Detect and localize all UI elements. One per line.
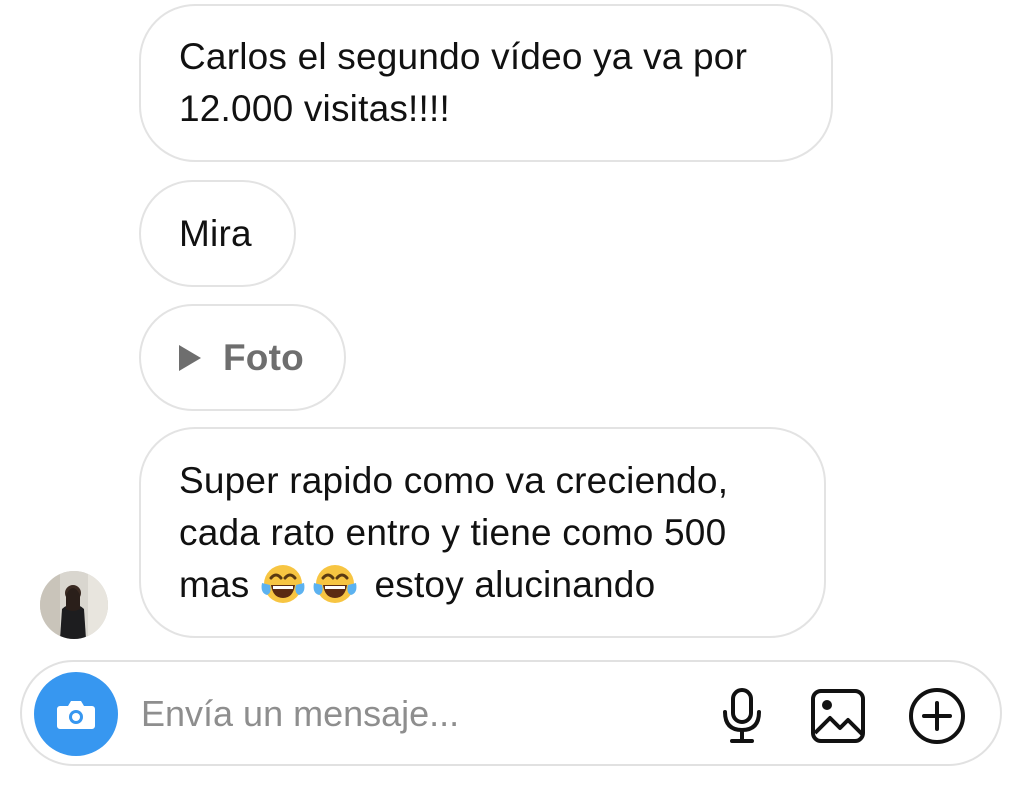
message-line: 12.000 visitas!!!! [179, 88, 450, 129]
microphone-icon [723, 688, 761, 743]
message-line: mas estoy alucinando [179, 559, 728, 611]
message-line: cada rato entro y tiene como 500 [179, 511, 727, 553]
message-line: Carlos el segundo vídeo ya va por [179, 36, 748, 77]
message-word: mas [179, 563, 250, 605]
message-text: Mira [179, 212, 252, 254]
laughing-emoji-icon [313, 564, 357, 603]
camera-button[interactable] [34, 672, 118, 756]
media-message-bubble[interactable]: Foto [139, 304, 346, 411]
message-bubble[interactable]: Carlos el segundo vídeo ya va por 12.000… [139, 4, 833, 162]
message-word: estoy alucinando [374, 563, 656, 605]
message-composer[interactable]: Envía un mensaje... [20, 660, 1002, 766]
message-text: Carlos el segundo vídeo ya va por 12.000… [179, 31, 747, 135]
avatar-photo [40, 571, 108, 639]
gallery-button[interactable] [808, 686, 868, 746]
message-text: Super rapido como va creciendo, cada rat… [179, 455, 728, 611]
gallery-icon [811, 689, 865, 743]
plus-circle-icon [909, 688, 965, 744]
media-label: Foto [223, 336, 304, 378]
message-input[interactable]: Envía un mensaje... [141, 690, 459, 738]
message-bubble[interactable]: Super rapido como va creciendo, cada rat… [139, 427, 826, 638]
laughing-emoji-icon [261, 564, 305, 603]
microphone-button[interactable] [712, 686, 772, 746]
camera-icon [57, 701, 95, 729]
message-bubble[interactable]: Mira [139, 180, 296, 287]
avatar[interactable] [40, 571, 108, 639]
play-icon [179, 344, 201, 371]
add-button[interactable] [907, 686, 967, 746]
message-line: Super rapido como va creciendo, [179, 459, 729, 501]
